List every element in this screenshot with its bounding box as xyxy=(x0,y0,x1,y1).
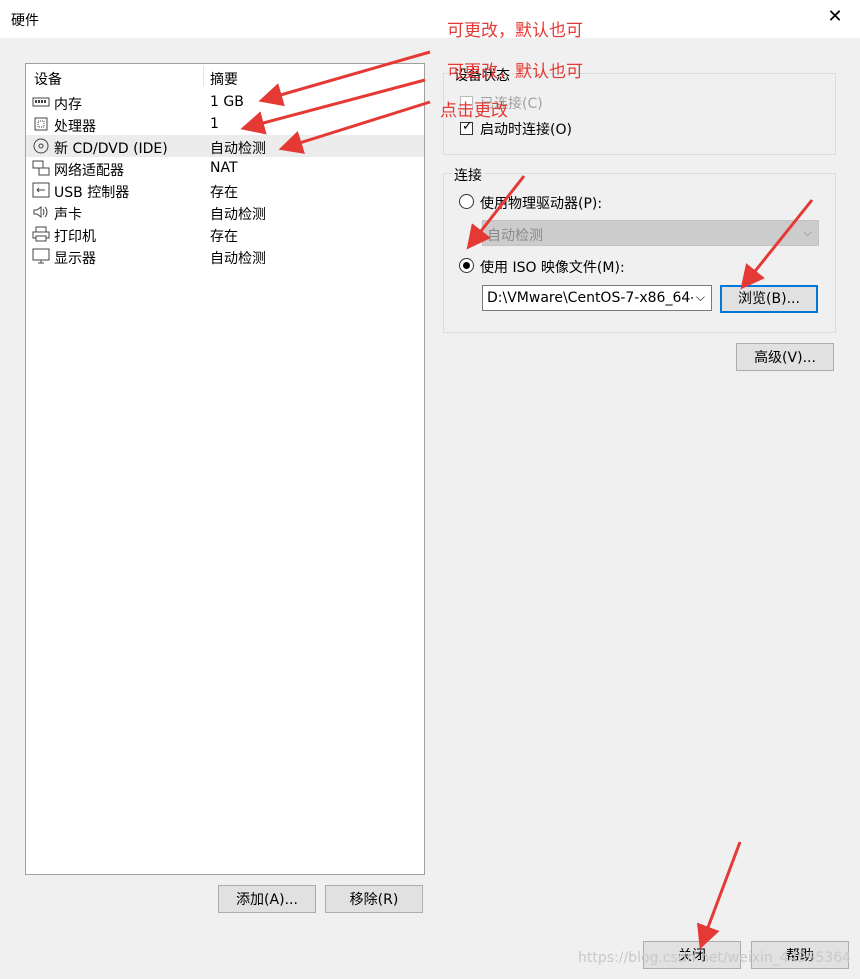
device-name: 网络适配器 xyxy=(54,163,124,179)
cd-dvd-icon xyxy=(33,138,49,154)
iso-image-radio[interactable] xyxy=(459,258,474,273)
physical-drive-radio[interactable] xyxy=(459,194,474,209)
network-adapter-icon xyxy=(32,160,50,176)
device-summary: 自动检测 xyxy=(210,141,266,157)
watermark: https://blog.csdn.net/weixin_44995364 xyxy=(578,950,852,966)
header-divider[interactable] xyxy=(203,66,204,86)
device-row-processor[interactable]: 处理器 1 xyxy=(26,113,424,135)
iso-path-combobox[interactable]: D:\VMware\CentOS-7-x86_64- ⌵ xyxy=(482,285,712,311)
device-name: 显示器 xyxy=(54,251,96,267)
device-summary: 存在 xyxy=(210,229,238,245)
connect-at-power-on-checkbox[interactable]: ✓ xyxy=(460,119,473,135)
radio-dot xyxy=(463,262,470,269)
usb-icon xyxy=(32,182,50,198)
device-row-cd-dvd[interactable]: 新 CD/DVD (IDE) 自动检测 xyxy=(26,135,424,157)
printer-icon xyxy=(32,226,50,242)
physical-drive-value: 自动检测 xyxy=(487,228,543,244)
chevron-down-icon: ⌵ xyxy=(802,225,812,239)
device-row-memory[interactable]: 内存 1 GB xyxy=(26,91,424,113)
device-summary: 自动检测 xyxy=(210,207,266,223)
remove-button[interactable]: 移除(R) xyxy=(325,885,423,913)
device-name: 新 CD/DVD (IDE) xyxy=(54,141,168,157)
header-device[interactable]: 设备 xyxy=(34,69,62,89)
list-header: 设备 摘要 xyxy=(26,64,424,88)
close-icon[interactable]: ✕ xyxy=(824,6,846,28)
device-summary: 1 GB xyxy=(210,94,244,110)
chevron-down-icon[interactable]: ⌵ xyxy=(692,290,705,305)
device-row-sound[interactable]: 声卡 自动检测 xyxy=(26,201,424,223)
advanced-button[interactable]: 高级(V)... xyxy=(736,343,834,371)
device-summary: NAT xyxy=(210,160,238,176)
device-summary: 自动检测 xyxy=(210,251,266,267)
device-row-printer[interactable]: 打印机 存在 xyxy=(26,223,424,245)
physical-drive-label: 使用物理驱动器(P): xyxy=(480,196,603,212)
device-summary: 1 xyxy=(210,116,219,132)
device-row-display[interactable]: 显示器 自动检测 xyxy=(26,245,424,267)
checkmark-icon: ✓ xyxy=(462,119,473,134)
arrow-to-close xyxy=(696,841,742,950)
device-row-network[interactable]: 网络适配器 NAT xyxy=(26,157,424,179)
annotation-note-3: 点击更改 xyxy=(440,101,508,121)
device-summary: 存在 xyxy=(210,185,238,201)
device-name: 声卡 xyxy=(54,207,82,223)
device-name: 打印机 xyxy=(54,229,96,245)
iso-path-value: D:\VMware\CentOS-7-x86_64- xyxy=(487,290,696,306)
title-bar: 硬件 ✕ xyxy=(0,0,860,38)
memory-icon xyxy=(32,97,50,107)
connection-group: 连接 使用物理驱动器(P): 自动检测 ⌵ 使用 ISO 映像文件(M): D:… xyxy=(443,165,836,333)
device-row-usb[interactable]: USB 控制器 存在 xyxy=(26,179,424,201)
connection-legend: 连接 xyxy=(452,165,484,185)
processor-icon xyxy=(34,117,48,131)
annotation-note-2: 可更改，默认也可 xyxy=(447,62,583,82)
annotation-note-1: 可更改，默认也可 xyxy=(447,21,583,41)
browse-button[interactable]: 浏览(B)... xyxy=(720,285,818,313)
physical-drive-select[interactable]: 自动检测 ⌵ xyxy=(482,220,819,246)
add-button[interactable]: 添加(A)... xyxy=(218,885,316,913)
iso-image-label: 使用 ISO 映像文件(M): xyxy=(480,260,625,276)
display-icon xyxy=(32,248,50,264)
device-list[interactable]: 设备 摘要 内存 1 GB 处理器 1 新 CD/DVD (IDE) 自动检测 … xyxy=(25,63,425,875)
speaker-icon xyxy=(33,206,48,218)
device-name: 处理器 xyxy=(54,119,96,135)
device-name: USB 控制器 xyxy=(54,185,130,201)
connect-at-power-on-label: 启动时连接(O) xyxy=(480,122,572,138)
device-name: 内存 xyxy=(54,97,82,113)
header-summary[interactable]: 摘要 xyxy=(210,69,238,89)
window-title: 硬件 xyxy=(11,13,39,29)
